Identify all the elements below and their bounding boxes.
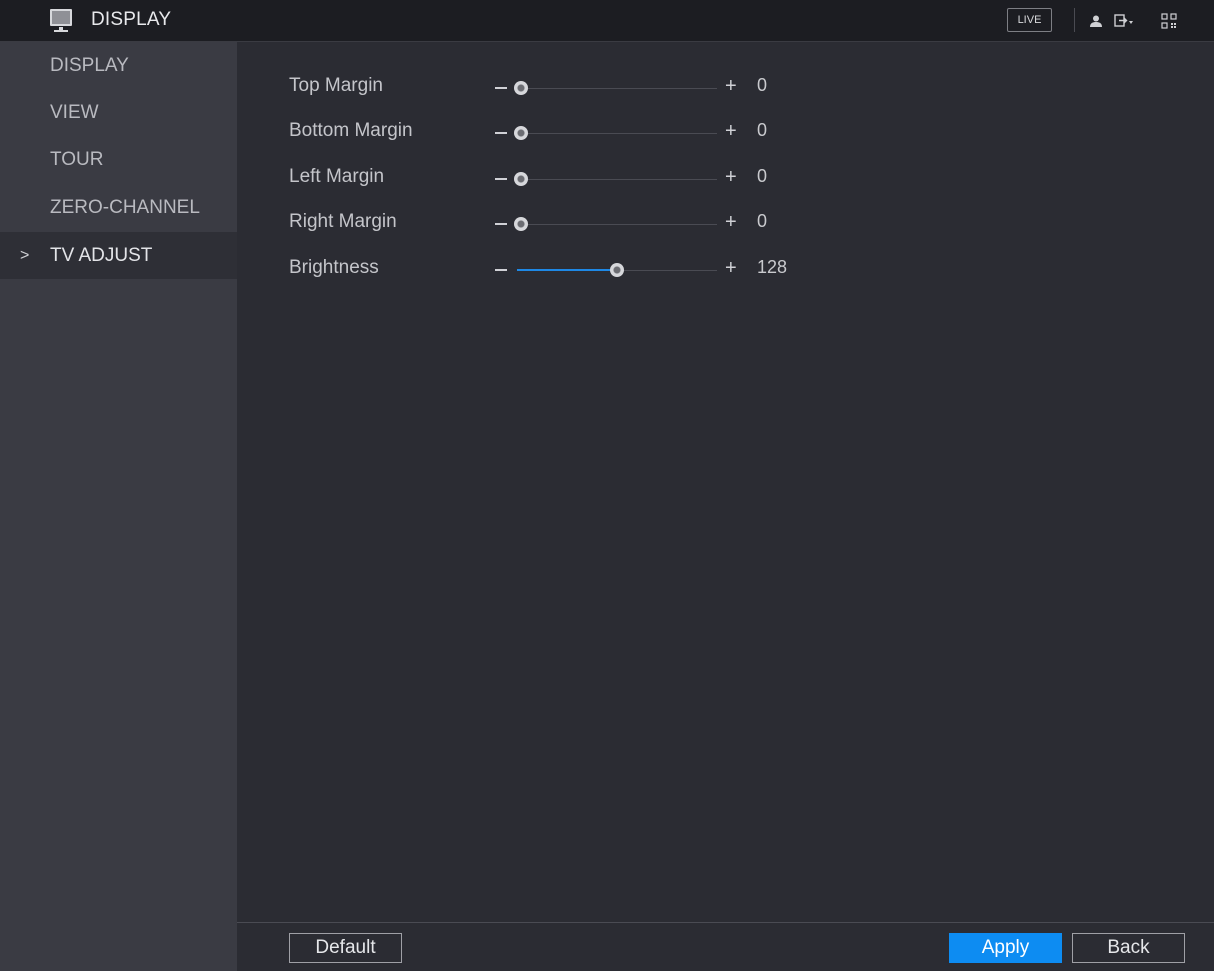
live-button[interactable]: LIVE (1007, 8, 1052, 32)
setting-row-top-margin: Top Margin + 0 (237, 67, 1214, 107)
user-icon[interactable] (1085, 10, 1107, 32)
sidebar-item-label: ZERO-CHANNEL (50, 197, 200, 218)
setting-value: 0 (757, 211, 768, 231)
setting-row-bottom-margin: Bottom Margin + 0 (237, 112, 1214, 152)
footer-bar: Default Apply Back (237, 922, 1214, 971)
decrement-button[interactable] (495, 223, 507, 225)
setting-label: Left Margin (289, 166, 385, 187)
increment-button[interactable]: + (725, 120, 737, 143)
setting-label: Top Margin (289, 75, 383, 96)
logout-icon[interactable] (1113, 10, 1135, 32)
page-title: DISPLAY (91, 9, 172, 30)
header-divider (1074, 8, 1075, 32)
sidebar-item-display[interactable]: DISPLAY (0, 42, 237, 89)
sidebar-item-label: DISPLAY (50, 55, 129, 76)
slider-handle[interactable] (514, 81, 528, 95)
slider-handle[interactable] (514, 126, 528, 140)
slider-track[interactable] (517, 179, 717, 180)
setting-row-brightness: Brightness + 128 (237, 249, 1214, 289)
slider-handle[interactable] (610, 263, 624, 277)
setting-value: 0 (757, 166, 768, 186)
setting-label: Right Margin (289, 211, 397, 232)
sidebar-item-zero-channel[interactable]: ZERO-CHANNEL (0, 184, 237, 231)
setting-label: Brightness (289, 257, 379, 278)
sidebar-item-label: TV ADJUST (50, 245, 153, 266)
setting-row-right-margin: Right Margin + 0 (237, 203, 1214, 243)
setting-row-left-margin: Left Margin + 0 (237, 158, 1214, 198)
increment-button[interactable]: + (725, 257, 737, 280)
setting-value: 128 (757, 257, 788, 277)
slider-handle[interactable] (514, 172, 528, 186)
decrement-button[interactable] (495, 178, 507, 180)
top-bar: DISPLAY LIVE (0, 0, 1214, 42)
slider-track[interactable] (517, 224, 717, 225)
setting-label: Bottom Margin (289, 120, 413, 141)
slider-track[interactable] (517, 88, 717, 89)
default-button[interactable]: Default (289, 933, 402, 963)
chevron-right-icon: > (20, 247, 30, 264)
slider-handle[interactable] (514, 217, 528, 231)
display-monitor-icon (49, 8, 73, 34)
sidebar-item-view[interactable]: VIEW (0, 89, 237, 136)
slider-fill (517, 269, 617, 271)
sidebar-item-label: TOUR (50, 149, 104, 170)
increment-button[interactable]: + (725, 75, 737, 98)
decrement-button[interactable] (495, 87, 507, 89)
sidebar-item-tour[interactable]: TOUR (0, 136, 237, 183)
decrement-button[interactable] (495, 132, 507, 134)
back-button[interactable]: Back (1072, 933, 1185, 963)
setting-value: 0 (757, 120, 768, 140)
qr-code-icon[interactable] (1158, 10, 1180, 32)
sidebar: DISPLAY VIEW TOUR ZERO-CHANNEL > TV ADJU… (0, 42, 237, 971)
sidebar-item-tv-adjust[interactable]: > TV ADJUST (0, 232, 237, 279)
slider-track[interactable] (517, 133, 717, 134)
decrement-button[interactable] (495, 269, 507, 271)
sidebar-item-label: VIEW (50, 102, 99, 123)
increment-button[interactable]: + (725, 166, 737, 189)
increment-button[interactable]: + (725, 211, 737, 234)
settings-panel: Top Margin + 0 Bottom Margin + 0 Left Ma… (237, 42, 1214, 922)
apply-button[interactable]: Apply (949, 933, 1062, 963)
setting-value: 0 (757, 75, 768, 95)
